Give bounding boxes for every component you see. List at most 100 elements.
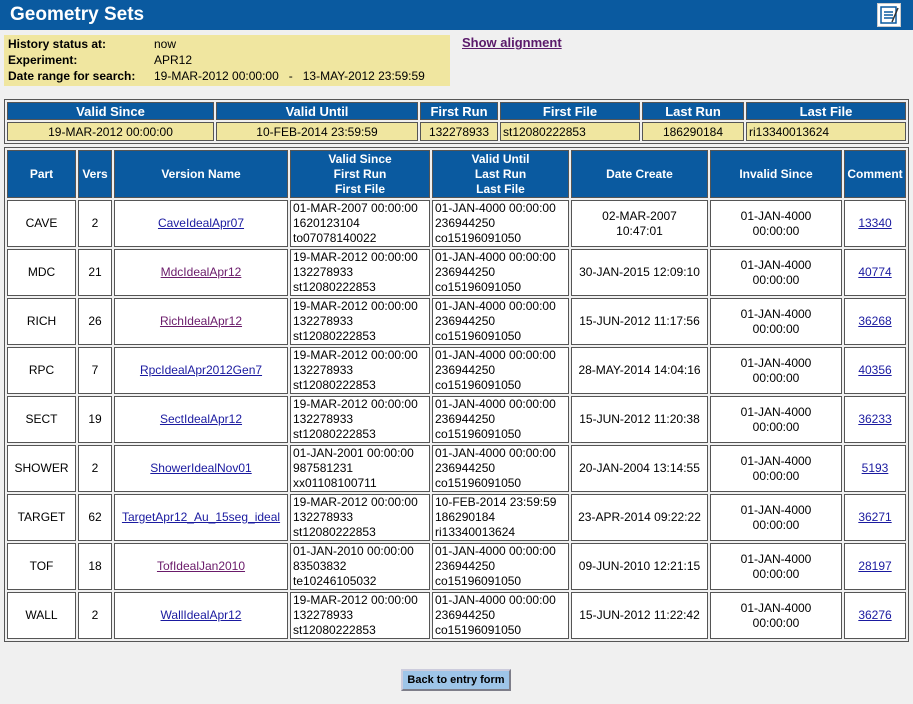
- comment-link[interactable]: 36271: [858, 510, 891, 524]
- table-header-row: Part Vers Version Name Valid Since First…: [7, 150, 906, 198]
- invalid-since-line: 00:00:00: [752, 223, 800, 238]
- comment-link[interactable]: 5193: [862, 461, 889, 475]
- invalid-since-line: 01-JAN-4000: [740, 306, 812, 321]
- version-name-link[interactable]: TargetApr12_Au_15seg_ideal: [122, 510, 280, 524]
- version-name-link[interactable]: SectIdealApr12: [160, 412, 242, 426]
- version-name-link[interactable]: MdcIdealApr12: [161, 265, 242, 279]
- table-row: RPC 7 RpcIdealApr2012Gen7 19-MAR-2012 00:00…: [7, 347, 906, 394]
- valid-until-line: 01-JAN-4000 00:00:00: [435, 397, 556, 411]
- experiment-label: Experiment:: [8, 53, 78, 67]
- summary-header-row: Valid Since Valid Until First Run First …: [7, 102, 906, 120]
- comment-link[interactable]: 36268: [858, 314, 891, 328]
- cell-vers: 26: [78, 298, 112, 345]
- cell-part: MDC: [7, 249, 76, 296]
- invalid-since-line: 01-JAN-4000: [740, 551, 812, 566]
- header-valid-since: Valid Since First Run First File: [290, 150, 430, 198]
- cell-part: SECT: [7, 396, 76, 443]
- cell-comment: 40356: [844, 347, 906, 394]
- table-row: SECT 19 SectIdealApr12 19-MAR-2012 00:00:00…: [7, 396, 906, 443]
- valid-until-line: co15196091050: [435, 280, 522, 294]
- cell-vers: 2: [78, 200, 112, 247]
- valid-since-line: 19-MAR-2012 00:00:00: [293, 397, 418, 411]
- cell-invalid-since: 01-JAN-4000 00:00:00: [710, 298, 842, 345]
- comment-link[interactable]: 36276: [858, 608, 891, 622]
- valid-since-line: 1620123104: [293, 216, 360, 230]
- date-create-line: 30-JAN-2015 12:09:10: [579, 265, 700, 279]
- cell-valid-since: 19-MAR-2012 00:00:00 132278933 st120802228…: [290, 298, 430, 345]
- cell-part: WALL: [7, 592, 76, 639]
- comment-link[interactable]: 13340: [858, 216, 891, 230]
- cell-date-create: 20-JAN-2004 13:14:55: [571, 445, 708, 492]
- cell-vers: 18: [78, 543, 112, 590]
- cell-version-name: ShowerIdealNov01: [114, 445, 288, 492]
- cell-invalid-since: 01-JAN-4000 00:00:00: [710, 494, 842, 541]
- summary-last-run: 186290184: [642, 122, 744, 141]
- valid-since-line: 132278933: [293, 314, 354, 328]
- cell-invalid-since: 01-JAN-4000 00:00:00: [710, 543, 842, 590]
- cell-vers: 21: [78, 249, 112, 296]
- valid-since-line: st12080222853: [293, 378, 376, 392]
- invalid-since-line: 01-JAN-4000: [740, 600, 812, 615]
- valid-since-line: 19-MAR-2012 00:00:00: [293, 250, 418, 264]
- comment-link[interactable]: 36233: [858, 412, 891, 426]
- header-valid-until-line1: Valid Until: [471, 151, 530, 166]
- history-status-label: History status at:: [8, 37, 107, 51]
- version-name-link[interactable]: RpcIdealApr2012Gen7: [140, 363, 262, 377]
- valid-since-line: 19-MAR-2012 00:00:00: [293, 299, 418, 313]
- cell-part: RICH: [7, 298, 76, 345]
- summary-header-valid-until: Valid Until: [216, 102, 418, 120]
- summary-header-last-file: Last File: [746, 102, 906, 120]
- cell-date-create: 28-MAY-2014 14:04:16: [571, 347, 708, 394]
- invalid-since-line: 00:00:00: [752, 370, 800, 385]
- show-alignment-link[interactable]: Show alignment: [462, 35, 562, 50]
- comment-link[interactable]: 28197: [858, 559, 891, 573]
- cell-comment: 28197: [844, 543, 906, 590]
- valid-since-line: 132278933: [293, 265, 354, 279]
- valid-since-line: st12080222853: [293, 525, 376, 539]
- title-bar: Geometry Sets: [0, 0, 913, 30]
- invalid-since-line: 01-JAN-4000: [740, 257, 812, 272]
- summary-value-row: 19-MAR-2012 00:00:00 10-FEB-2014 23:59:5…: [7, 122, 906, 141]
- summary-header-last-run: Last Run: [642, 102, 744, 120]
- cell-part: TARGET: [7, 494, 76, 541]
- cell-valid-until: 10-FEB-2014 23:59:59 186290184 ri133400136…: [432, 494, 569, 541]
- table-row: MDC 21 MdcIdealApr12 19-MAR-2012 00:00:00 13…: [7, 249, 906, 296]
- version-name-link[interactable]: CaveIdealApr07: [158, 216, 244, 230]
- cell-comment: 5193: [844, 445, 906, 492]
- cell-valid-until: 01-JAN-4000 00:00:00 236944250 co151960910…: [432, 592, 569, 639]
- cell-part: TOF: [7, 543, 76, 590]
- valid-since-line: 01-MAR-2007 00:00:00: [293, 201, 418, 215]
- version-name-link[interactable]: RichIdealApr12: [160, 314, 242, 328]
- comment-link[interactable]: 40774: [858, 265, 891, 279]
- cell-date-create: 15-JUN-2012 11:17:56: [571, 298, 708, 345]
- header-valid-until-line2: Last Run: [474, 166, 527, 181]
- invalid-since-line: 01-JAN-4000: [740, 502, 812, 517]
- valid-until-line: 236944250: [435, 363, 496, 377]
- version-name-link[interactable]: TofIdealJan2010: [157, 559, 245, 573]
- cell-invalid-since: 01-JAN-4000 00:00:00: [710, 249, 842, 296]
- cell-version-name: CaveIdealApr07: [114, 200, 288, 247]
- cell-part: SHOWER: [7, 445, 76, 492]
- cell-date-create: 09-JUN-2010 12:21:15: [571, 543, 708, 590]
- back-to-entry-form-button[interactable]: Back to entry form: [401, 669, 511, 691]
- invalid-since-line: 00:00:00: [752, 321, 800, 336]
- valid-since-line: 132278933: [293, 363, 354, 377]
- cell-invalid-since: 01-JAN-4000 00:00:00: [710, 396, 842, 443]
- cell-comment: 36268: [844, 298, 906, 345]
- valid-since-line: 987581231: [293, 461, 354, 475]
- date-create-line: 20-JAN-2004 13:14:55: [579, 461, 700, 475]
- cell-valid-until: 01-JAN-4000 00:00:00 236944250 co151960910…: [432, 347, 569, 394]
- geometry-sets-table: Part Vers Version Name Valid Since First…: [4, 147, 909, 642]
- invalid-since-line: 01-JAN-4000: [740, 453, 812, 468]
- cell-version-name: TargetApr12_Au_15seg_ideal: [114, 494, 288, 541]
- cell-comment: 36233: [844, 396, 906, 443]
- version-name-link[interactable]: ShowerIdealNov01: [150, 461, 251, 475]
- table-row: WALL 2 WallIdealApr12 19-MAR-2012 00:00:00 1…: [7, 592, 906, 639]
- comment-link[interactable]: 40356: [858, 363, 891, 377]
- notepad-icon[interactable]: [877, 3, 901, 27]
- version-name-link[interactable]: WallIdealApr12: [161, 608, 242, 622]
- date-create-line: 28-MAY-2014 14:04:16: [578, 363, 701, 377]
- header-valid-since-line3: First File: [334, 181, 385, 196]
- history-status-value: now: [154, 37, 177, 51]
- valid-since-line: st12080222853: [293, 427, 376, 441]
